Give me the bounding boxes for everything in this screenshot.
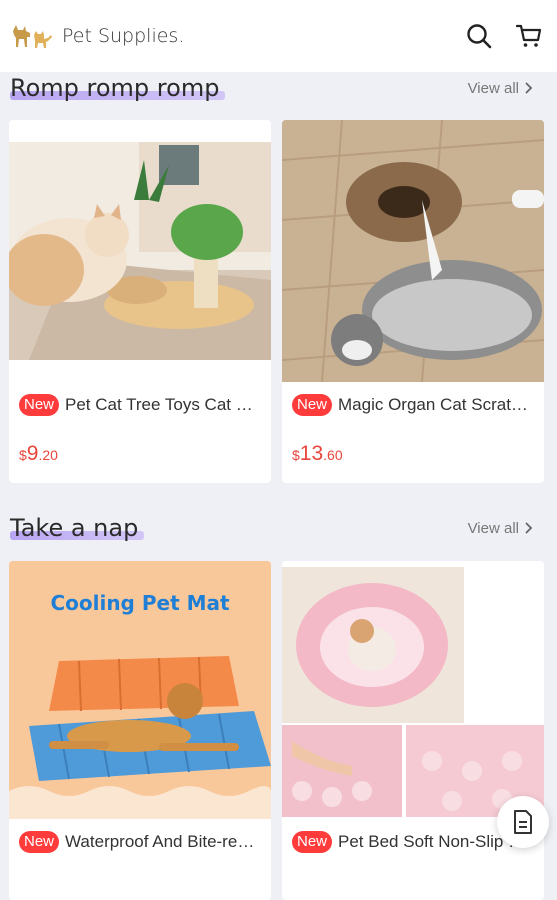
section-header-romp: Romp romp romp View all xyxy=(0,68,557,108)
view-all-link[interactable]: View all xyxy=(468,520,533,537)
product-name[interactable]: Pet Cat Tree Toys Cat Scratcher xyxy=(65,395,261,415)
section-title: Romp romp romp xyxy=(10,74,226,102)
product-card[interactable]: New Pet Bed Soft Non-Slip Round Bed xyxy=(282,561,544,900)
product-card[interactable]: New Magic Organ Cat Scratch Board $13.60 xyxy=(282,120,544,483)
product-card[interactable]: New Pet Cat Tree Toys Cat Scratcher $9.2… xyxy=(9,120,271,483)
new-badge: New xyxy=(19,831,60,853)
product-name[interactable]: Waterproof And Bite-resistant Pet Mat xyxy=(65,832,261,852)
search-icon[interactable] xyxy=(465,22,493,50)
top-header: Pet Supplies. xyxy=(0,0,557,72)
new-badge: New xyxy=(292,394,333,416)
product-price: $13.60 xyxy=(292,442,343,465)
product-image-cat-tree[interactable] xyxy=(9,120,271,382)
new-badge: New xyxy=(19,394,60,416)
section-title: Take a nap xyxy=(10,514,145,542)
cat-dog-logo-icon[interactable] xyxy=(10,21,54,51)
brand-name[interactable]: Pet Supplies. xyxy=(62,25,184,47)
cart-icon[interactable] xyxy=(515,22,543,50)
image-caption: Cooling Pet Mat xyxy=(50,591,230,615)
new-badge: New xyxy=(292,831,333,853)
document-icon[interactable] xyxy=(497,796,549,848)
chevron-right-icon xyxy=(525,82,533,94)
product-image-pet-bed[interactable] xyxy=(282,561,544,819)
product-name[interactable]: Magic Organ Cat Scratch Board xyxy=(338,395,534,415)
product-image-organ-scratcher[interactable] xyxy=(282,120,544,382)
section-header-nap: Take a nap View all xyxy=(0,508,557,548)
product-price: $9.20 xyxy=(19,442,58,465)
product-card[interactable]: Cooling Pet Mat New Waterproof And Bite-… xyxy=(9,561,271,900)
product-image-cooling-mat[interactable]: Cooling Pet Mat xyxy=(9,561,271,819)
view-all-link[interactable]: View all xyxy=(468,80,533,97)
chevron-right-icon xyxy=(525,522,533,534)
